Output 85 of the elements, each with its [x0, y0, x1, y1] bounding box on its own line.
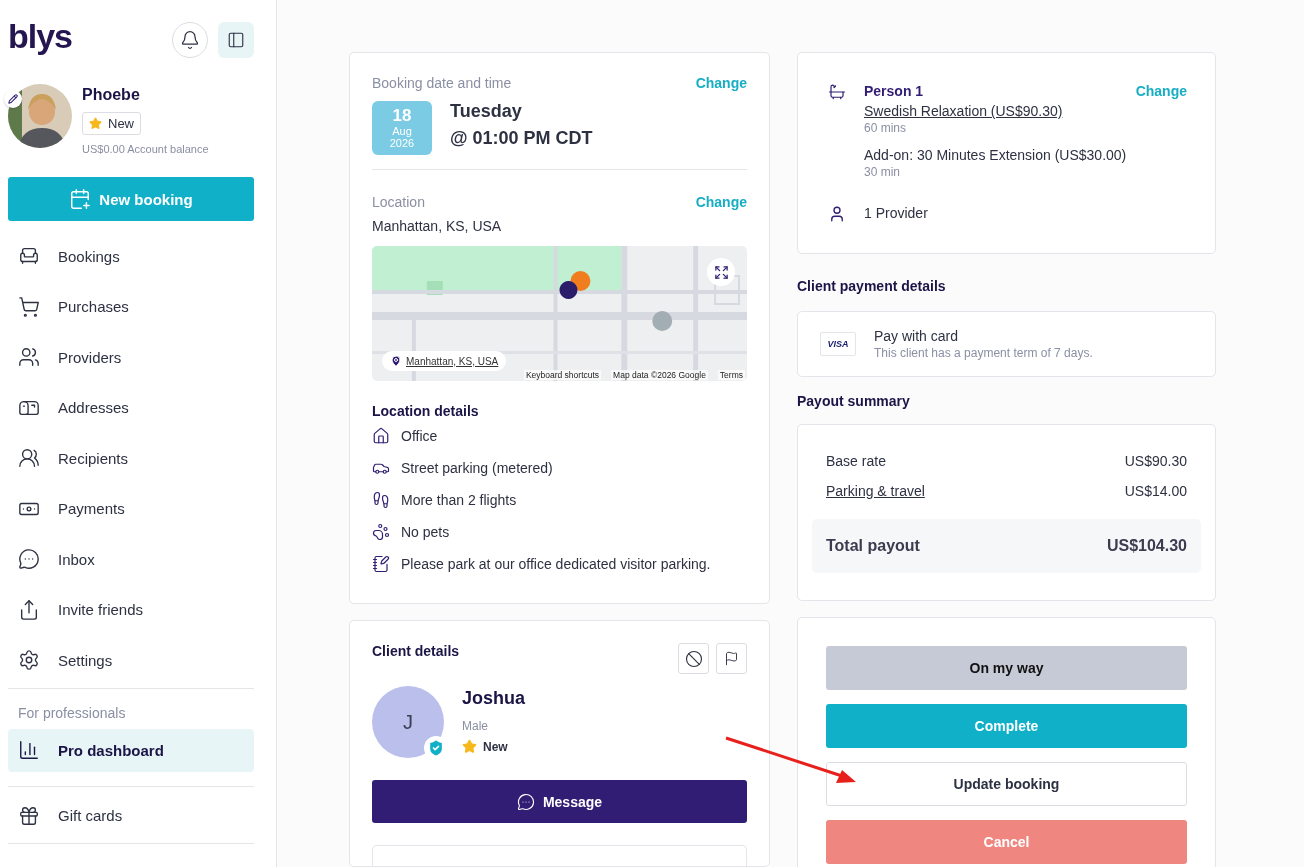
sidebar-item[interactable]: Invite friends: [8, 584, 254, 635]
flag-icon: [724, 651, 739, 666]
section-title: Client details: [372, 643, 460, 659]
person-icon: [828, 205, 846, 223]
client-avatar: J: [372, 686, 444, 758]
footprints-icon: [372, 491, 390, 509]
section-label: Booking date and time: [372, 75, 512, 91]
settings-icon: [18, 649, 40, 672]
status-badge: New: [462, 739, 526, 754]
sidebar-item[interactable]: Purchases: [8, 281, 254, 332]
house-icon: [372, 427, 390, 445]
section-label: Location: [372, 194, 425, 210]
detail-text: Office: [401, 428, 438, 444]
bell-icon: [180, 30, 200, 50]
map-location-link[interactable]: Manhattan, KS, USA: [382, 351, 507, 371]
map-attribution[interactable]: Map data ©2026 Google: [611, 370, 708, 380]
profile-name: Phoebe: [82, 86, 140, 104]
map-attribution[interactable]: Keyboard shortcuts: [523, 370, 602, 380]
person-label: Person 1: [864, 83, 924, 99]
chat-icon: [18, 548, 40, 571]
client-name: Joshua: [462, 688, 526, 709]
pin-icon: [390, 355, 402, 367]
sidebar-item[interactable]: Addresses: [8, 382, 254, 433]
notifications-button[interactable]: [172, 22, 208, 58]
block-button[interactable]: [678, 643, 709, 674]
detail-text: Please park at our office dedicated visitor parking.: [401, 556, 711, 572]
date-badge: 18 Aug 2026: [372, 101, 432, 155]
section-label: For professionals: [17, 703, 127, 723]
panel-icon: [227, 31, 245, 49]
client-gender: Male: [462, 719, 489, 733]
card-brand: VISA: [820, 332, 856, 356]
addon: Add-on: 30 Minutes Extension (US$30.00): [864, 147, 1128, 163]
sidebar-item[interactable]: Providers: [8, 332, 254, 383]
pencil-icon: [8, 94, 18, 104]
section-title: Payout summary: [797, 393, 911, 409]
sidebar-item[interactable]: Pro dashboard: [8, 728, 254, 772]
section-title: Client payment details: [797, 278, 947, 294]
flag-button[interactable]: [716, 643, 747, 674]
people-icon: [18, 447, 40, 470]
action-button[interactable]: Update booking: [826, 762, 1187, 806]
star-icon: [89, 117, 102, 130]
sidebar-toggle-button[interactable]: [218, 22, 254, 58]
provider-count: 1 Provider: [864, 205, 928, 223]
message-button[interactable]: Message: [372, 780, 747, 823]
account-balance: US$0.00 Account balance: [82, 143, 209, 155]
gift-icon: [18, 804, 40, 827]
payout-value: US$14.00: [1124, 483, 1187, 499]
sidebar-item[interactable]: Inbox: [8, 534, 254, 585]
edit-button[interactable]: [4, 90, 22, 108]
weekday: Tuesday: [450, 101, 523, 122]
payout-link[interactable]: Parking & travel: [826, 483, 925, 499]
status-badge: New: [82, 112, 141, 135]
map-attribution[interactable]: Terms: [717, 370, 745, 380]
treatment-link[interactable]: Swedish Relaxation (US$90.30): [864, 103, 1187, 119]
detail-text: Street parking (metered): [401, 460, 553, 476]
paw-icon: [372, 523, 390, 541]
payout-label: Base rate: [826, 453, 886, 469]
payment-method: Pay with card: [874, 328, 960, 344]
payment-note: This client has a payment term of 7 days.: [874, 346, 1093, 360]
detail-text: No pets: [401, 524, 450, 540]
people-icon: [18, 346, 40, 369]
section-title: Location details: [372, 403, 480, 419]
logo[interactable]: blys: [8, 16, 73, 56]
sidebar-item[interactable]: Settings: [8, 635, 254, 686]
sidebar-item[interactable]: Gift cards: [8, 790, 254, 841]
address: Manhattan, KS, USA: [372, 218, 503, 234]
booking-time: @ 01:00 PM CDT: [450, 128, 593, 149]
duration: 60 mins: [864, 121, 908, 135]
chat-icon: [516, 792, 535, 811]
note-icon: [372, 555, 390, 573]
detail-text: More than 2 flights: [401, 492, 517, 508]
payout-value: US$90.30: [1124, 453, 1187, 469]
chart-icon: [18, 739, 40, 761]
block-icon: [684, 649, 703, 668]
share-icon: [18, 598, 40, 621]
sidebar-item[interactable]: Recipients: [8, 433, 254, 484]
cart-icon: [18, 295, 40, 318]
action-button[interactable]: On my way: [826, 646, 1187, 690]
expand-icon: [713, 264, 729, 280]
calendar-plus-icon: [69, 188, 92, 210]
total-label: Total payout: [826, 537, 920, 555]
sidebar-item[interactable]: Bookings: [8, 231, 254, 282]
sidebar-item[interactable]: Payments: [8, 483, 254, 534]
total-value: US$104.30: [1106, 537, 1187, 555]
duration: 30 min: [864, 165, 902, 179]
